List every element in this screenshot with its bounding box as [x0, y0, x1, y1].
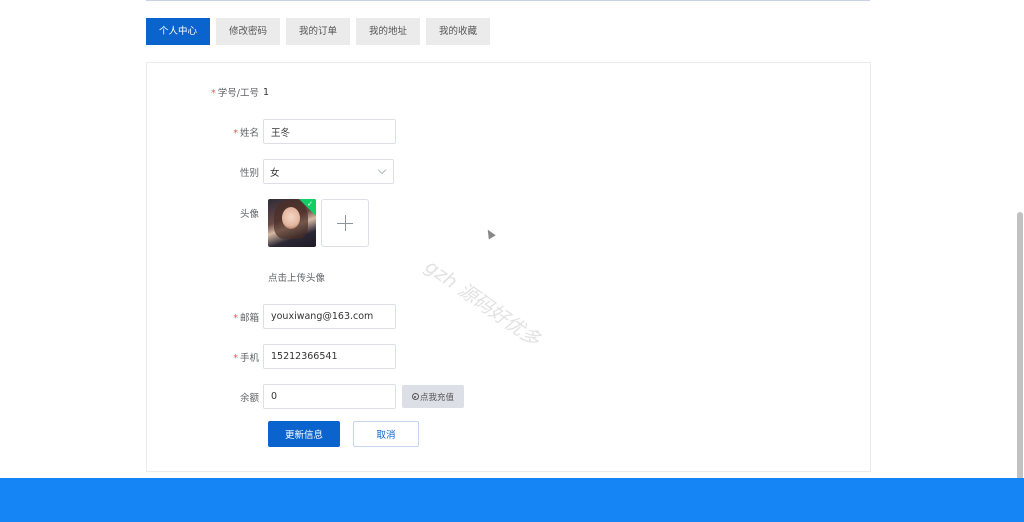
- tab-my-orders[interactable]: 我的订单: [286, 18, 350, 45]
- profile-tabs: 个人中心 修改密码 我的订单 我的地址 我的收藏: [146, 18, 490, 45]
- recharge-icon: [411, 393, 419, 400]
- chevron-down-icon: [377, 165, 387, 175]
- header-divider: [146, 0, 870, 1]
- plus-icon: [337, 215, 353, 231]
- tab-my-favorites[interactable]: 我的收藏: [426, 18, 490, 45]
- update-info-button[interactable]: 更新信息: [268, 421, 340, 447]
- recharge-button[interactable]: 点我充值: [402, 385, 464, 408]
- balance-row: 余额 点我充值: [147, 384, 464, 409]
- email-label: * 邮箱: [147, 310, 263, 324]
- student-id-row: * 学号/工号 1: [147, 85, 270, 100]
- name-label: * 姓名: [147, 125, 263, 139]
- name-input[interactable]: [263, 119, 396, 144]
- tab-personal-center[interactable]: 个人中心: [146, 18, 210, 45]
- required-star: *: [233, 312, 238, 324]
- phone-label-text: 手机: [239, 352, 259, 364]
- cancel-button[interactable]: 取消: [353, 421, 419, 447]
- email-label-text: 邮箱: [239, 312, 259, 324]
- email-input[interactable]: [263, 304, 396, 329]
- student-id-label-text: 学号/工号: [217, 88, 259, 99]
- name-row: * 姓名: [147, 119, 396, 144]
- avatar-upload-hint: 点击上传头像: [268, 273, 326, 284]
- gender-row: 性别 女: [147, 159, 394, 184]
- profile-form: *学号/工号 1 *姓名 性别 女 头像 ✓ 点击上传头像 *邮箱 *手机 余额: [146, 62, 871, 472]
- tab-change-password[interactable]: 修改密码: [216, 18, 280, 45]
- phone-input[interactable]: [263, 344, 396, 369]
- avatar-row: 头像: [147, 206, 263, 220]
- name-label-text: 姓名: [239, 127, 259, 139]
- balance-label: 余额: [239, 392, 259, 404]
- email-row: * 邮箱: [147, 304, 396, 329]
- avatar-upload-button[interactable]: [321, 199, 369, 247]
- recharge-label: 点我充值: [419, 392, 454, 403]
- footer-bar: [0, 478, 1024, 522]
- required-star: *: [211, 88, 216, 99]
- page-scrollbar[interactable]: [1017, 212, 1023, 480]
- phone-row: * 手机: [147, 344, 396, 369]
- tab-my-addresses[interactable]: 我的地址: [356, 18, 420, 45]
- avatar-face: [282, 207, 300, 229]
- phone-label: * 手机: [147, 350, 263, 364]
- gender-label: 性别: [239, 167, 259, 179]
- avatar-image[interactable]: ✓: [268, 199, 316, 247]
- required-star: *: [233, 127, 238, 139]
- check-icon: ✓: [307, 200, 313, 208]
- avatar-label: 头像: [239, 209, 259, 220]
- balance-input[interactable]: [263, 384, 396, 409]
- gender-selected-value: 女: [270, 167, 280, 179]
- student-id-value: 1: [263, 86, 270, 98]
- required-star: *: [233, 352, 238, 364]
- student-id-label: * 学号/工号: [147, 85, 263, 99]
- gender-select[interactable]: 女: [263, 159, 394, 184]
